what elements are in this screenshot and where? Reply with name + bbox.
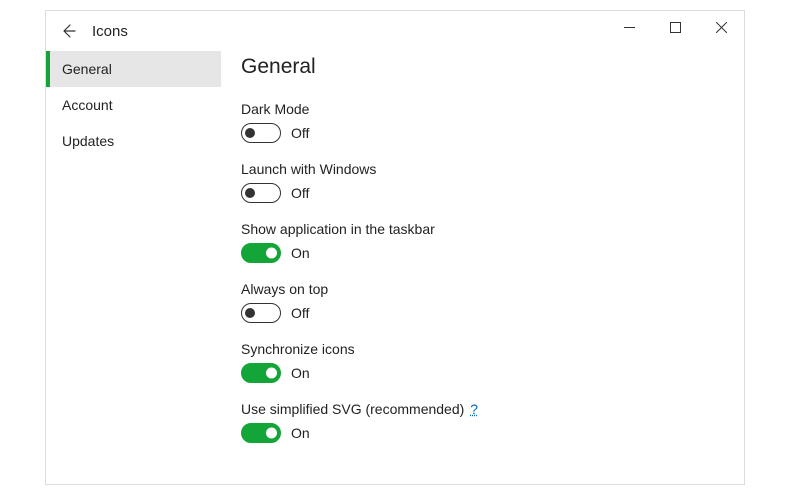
window-body: General Account Updates General Dark Mod… [46,51,744,484]
toggle-row: Off [241,123,720,143]
toggle-always-on-top[interactable] [241,303,281,323]
toggle-knob [245,128,255,138]
toggle-dark-mode[interactable] [241,123,281,143]
toggle-row: Off [241,303,720,323]
toggle-knob [245,188,255,198]
window-title: Icons [92,23,128,40]
sidebar-item-account[interactable]: Account [46,87,221,123]
content-area: General Dark Mode Off Launch with Window… [221,51,744,484]
toggle-row: Off [241,183,720,203]
toggle-row: On [241,243,720,263]
setting-label: Show application in the taskbar [241,221,720,237]
close-icon [716,22,727,33]
setting-label: Dark Mode [241,101,720,117]
setting-label: Always on top [241,281,720,297]
toggle-state: On [291,365,310,381]
setting-label: Launch with Windows [241,161,720,177]
sidebar-item-general[interactable]: General [46,51,221,87]
setting-simplified-svg: Use simplified SVG (recommended) ? On [241,401,720,443]
toggle-state: On [291,425,310,441]
toggle-knob [266,428,277,439]
setting-launch-with-windows: Launch with Windows Off [241,161,720,203]
sidebar-item-updates[interactable]: Updates [46,123,221,159]
setting-dark-mode: Dark Mode Off [241,101,720,143]
sidebar-item-label: Updates [62,133,114,149]
maximize-button[interactable] [652,11,698,43]
page-heading: General [241,55,720,79]
setting-label: Use simplified SVG (recommended) ? [241,401,720,417]
titlebar: Icons [46,11,744,51]
toggle-show-in-taskbar[interactable] [241,243,281,263]
maximize-icon [670,22,681,33]
sidebar-item-label: General [62,61,112,77]
back-button[interactable] [48,11,88,51]
toggle-knob [245,308,255,318]
setting-label: Synchronize icons [241,341,720,357]
arrow-left-icon [60,23,76,39]
toggle-state: On [291,245,310,261]
window: Icons General Account Updates [45,10,745,485]
sidebar-item-label: Account [62,97,113,113]
minimize-icon [624,22,635,33]
setting-synchronize-icons: Synchronize icons On [241,341,720,383]
toggle-launch-with-windows[interactable] [241,183,281,203]
toggle-state: Off [291,305,309,321]
minimize-button[interactable] [606,11,652,43]
toggle-synchronize-icons[interactable] [241,363,281,383]
toggle-knob [266,368,277,379]
close-button[interactable] [698,11,744,43]
setting-always-on-top: Always on top Off [241,281,720,323]
setting-label-text: Use simplified SVG (recommended) [241,401,464,417]
toggle-state: Off [291,185,309,201]
toggle-row: On [241,423,720,443]
toggle-simplified-svg[interactable] [241,423,281,443]
help-link[interactable]: ? [470,401,478,417]
toggle-knob [266,248,277,259]
toggle-row: On [241,363,720,383]
sidebar: General Account Updates [46,51,221,484]
toggle-state: Off [291,125,309,141]
setting-show-in-taskbar: Show application in the taskbar On [241,221,720,263]
window-controls [606,11,744,43]
